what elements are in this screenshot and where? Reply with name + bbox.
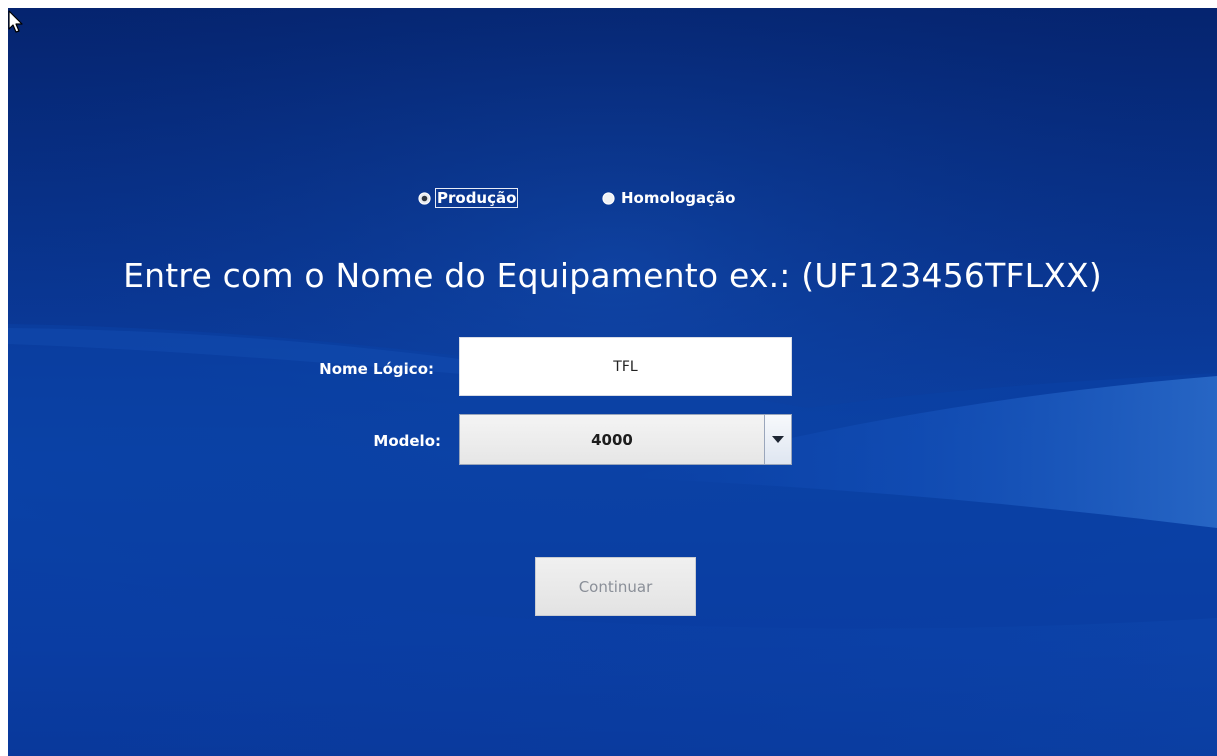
radio-homologacao[interactable]: Homologação: [602, 186, 736, 210]
radio-selected-icon: [418, 191, 431, 205]
modelo-selected-value: 4000: [591, 430, 633, 449]
modelo-dropdown-button[interactable]: [764, 415, 791, 464]
radio-homologacao-label: Homologação: [621, 189, 736, 207]
mouse-pointer-icon: [8, 10, 23, 33]
modelo-dropdown[interactable]: 4000: [459, 414, 792, 465]
radio-unselected-icon: [602, 191, 615, 205]
nome-logico-label: Nome Lógico:: [319, 360, 434, 378]
continue-button[interactable]: Continuar: [535, 557, 696, 616]
chevron-down-icon: [772, 436, 784, 443]
environment-radio-group: Produção Homologação: [8, 186, 1217, 210]
page-title: Entre com o Nome do Equipamento ex.: (UF…: [123, 256, 1102, 295]
radio-producao-label: Produção: [434, 188, 519, 208]
app-window: Produção Homologação Entre com o Nome do…: [8, 8, 1217, 756]
modelo-label: Modelo:: [373, 432, 441, 450]
radio-producao[interactable]: Produção: [418, 186, 519, 210]
nome-logico-input[interactable]: [459, 337, 792, 396]
